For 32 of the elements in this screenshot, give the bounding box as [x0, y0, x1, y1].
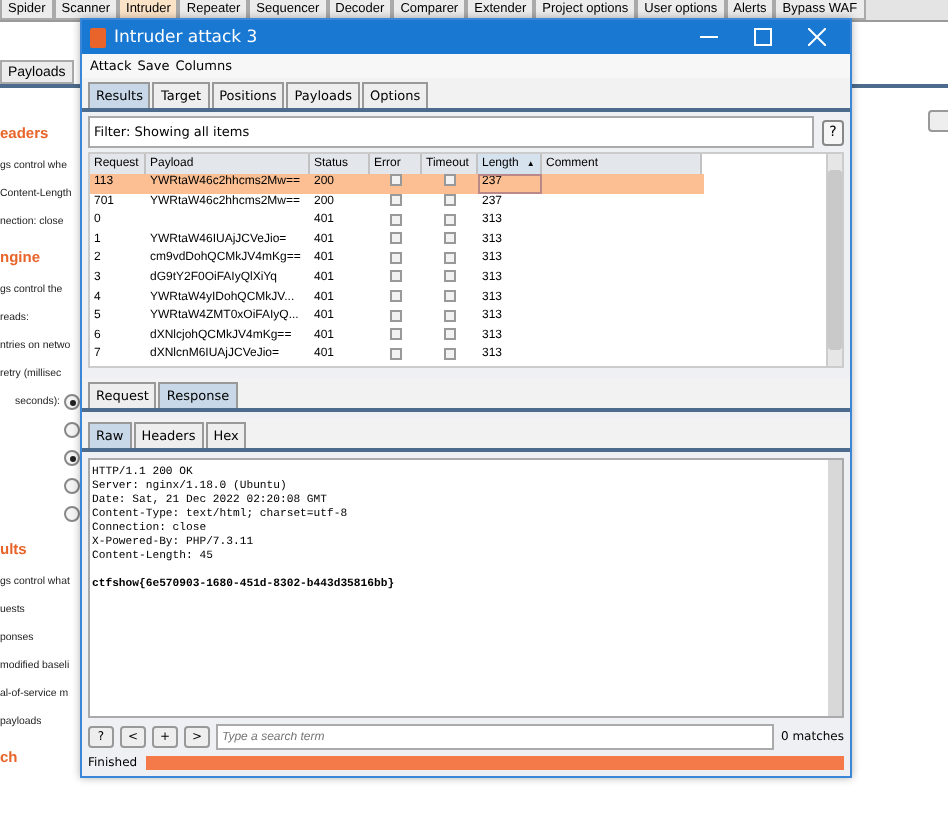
checkbox[interactable]	[444, 251, 456, 264]
checkbox[interactable]	[444, 232, 456, 245]
app-logo-icon	[90, 27, 106, 47]
checkbox[interactable]	[390, 270, 402, 283]
checkbox[interactable]	[444, 289, 456, 302]
radio-button[interactable]	[64, 422, 80, 438]
checkbox[interactable]	[390, 289, 402, 302]
checkbox[interactable]	[390, 251, 402, 264]
close-icon[interactable]	[808, 28, 826, 46]
radio-button[interactable]	[64, 394, 80, 410]
checkbox[interactable]	[390, 347, 402, 360]
checkbox[interactable]	[390, 194, 402, 207]
side-button[interactable]	[928, 110, 948, 132]
checkbox[interactable]	[444, 328, 456, 341]
radio-button[interactable]	[64, 450, 80, 466]
checkbox[interactable]	[390, 309, 402, 322]
checkbox[interactable]	[444, 174, 456, 187]
checkbox[interactable]	[390, 213, 402, 226]
radio-button[interactable]	[64, 506, 80, 522]
scrollbar[interactable]	[828, 460, 842, 716]
checkbox[interactable]	[444, 309, 456, 322]
maximize-icon[interactable]	[754, 28, 772, 46]
checkbox[interactable]	[390, 232, 402, 245]
scrollbar[interactable]	[826, 154, 842, 366]
checkbox[interactable]	[390, 328, 402, 341]
radio-button[interactable]	[64, 478, 80, 494]
checkbox[interactable]	[444, 213, 456, 226]
window-title: Intruder attack 3	[114, 27, 260, 47]
checkbox[interactable]	[444, 347, 456, 360]
checkbox[interactable]	[390, 174, 402, 187]
checkbox[interactable]	[444, 194, 456, 207]
checkbox[interactable]	[444, 270, 456, 283]
